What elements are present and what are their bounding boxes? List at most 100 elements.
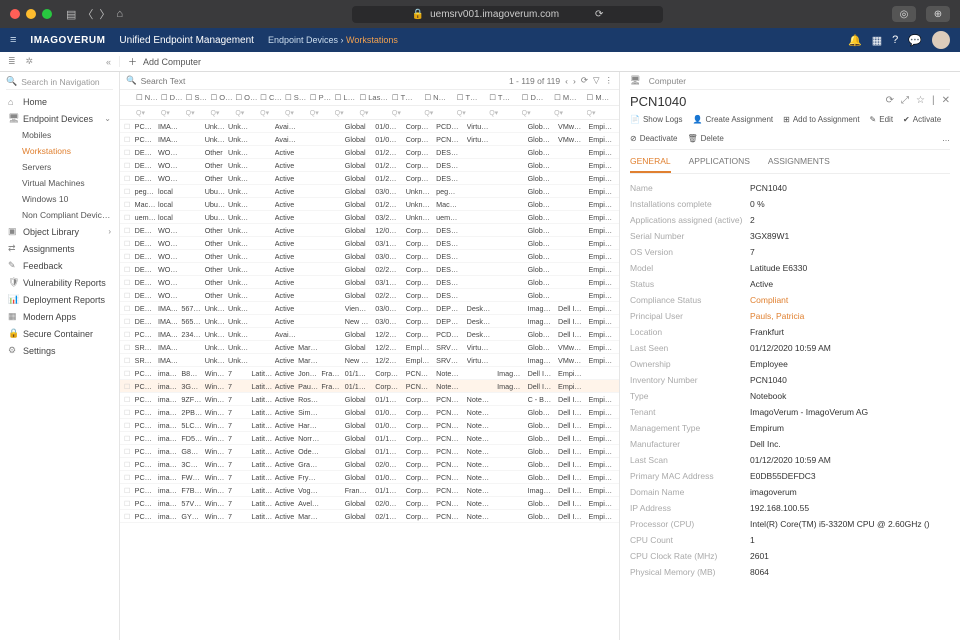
table-row[interactable]: ☐PCN…imag…G8G…Wind…7Latit…ActiveOdell…Gl… xyxy=(120,445,619,458)
forward-icon[interactable]: 〉 xyxy=(99,6,110,22)
collapse-icon[interactable]: « xyxy=(106,57,111,67)
table-row[interactable]: ☐peg…localUbun…Unkn…ActiveGlobal03/0…Unk… xyxy=(120,185,619,198)
row-checkbox[interactable]: ☐ xyxy=(124,408,135,417)
table-row[interactable]: ☐DES…WOR…OtherUnkn…ActiveGlobal03/1…Corp… xyxy=(120,276,619,289)
table-row[interactable]: ☐PCN…imag…3GX…Wind…7Latit…ActivePaul…Fra… xyxy=(120,380,619,393)
row-checkbox[interactable]: ☐ xyxy=(124,460,135,469)
filter-icon[interactable]: ▽ xyxy=(593,75,600,86)
table-row[interactable]: ☐PCN…imag…2PB…Wind…7Latit…ActiveSimp…Glo… xyxy=(120,406,619,419)
row-checkbox[interactable]: ☐ xyxy=(124,291,135,300)
sidebar-item-deploy[interactable]: 📊Deployment Reports xyxy=(0,291,119,308)
table-row[interactable]: ☐SRV…IMA…Unkn…Unkn…ActiveMarv…New …12/2…… xyxy=(120,354,619,367)
row-checkbox[interactable]: ☐ xyxy=(124,278,135,287)
expand-icon[interactable]: ⤢ xyxy=(901,95,909,106)
table-row[interactable]: ☐PCN…imag…B8Q…Wind…7Latit…ActiveJone…Fra… xyxy=(120,367,619,380)
more-icon[interactable]: ⋮ xyxy=(605,75,614,86)
table-row[interactable]: ☐DES…WOR…OtherUnkn…ActiveGlobal01/2…Corp… xyxy=(120,172,619,185)
table-row[interactable]: ☐DES…WOR…OtherUnkn…ActiveGlobal02/2…Corp… xyxy=(120,263,619,276)
avatar[interactable] xyxy=(932,31,950,49)
refresh2-icon[interactable]: ✲ xyxy=(26,56,34,67)
nav-search[interactable]: 🔍 Search in Navigation xyxy=(6,76,113,90)
row-checkbox[interactable]: ☐ xyxy=(124,200,135,209)
create-assignment-button[interactable]: 👤Create Assignment xyxy=(693,115,774,124)
table-row[interactable]: ☐PCN…imag…9ZF3…Wind…7Latit…ActiveRoss…Gl… xyxy=(120,393,619,406)
table-row[interactable]: ☐PCN…imag…3CN…Wind…7Latit…ActiveGran…Glo… xyxy=(120,458,619,471)
row-checkbox[interactable]: ☐ xyxy=(124,330,135,339)
activate-button[interactable]: ✔Activate xyxy=(903,115,941,124)
close-detail-icon[interactable]: ✕ xyxy=(942,95,950,106)
table-row[interactable]: ☐DEP…IMA…5675…Unkn…Unkn…ActiveVien…03/0…… xyxy=(120,302,619,315)
row-checkbox[interactable]: ☐ xyxy=(124,148,135,157)
add-icon[interactable]: ＋ xyxy=(128,55,137,68)
property-value[interactable]: Pauls, Patricia xyxy=(750,311,804,321)
extensions-icon[interactable]: ⊕ xyxy=(926,6,950,22)
sidebar-item-noncomp[interactable]: Non Compliant Devic… xyxy=(0,207,119,223)
row-checkbox[interactable]: ☐ xyxy=(124,265,135,274)
row-checkbox[interactable]: ☐ xyxy=(124,421,135,430)
table-row[interactable]: ☐PCN…imag…F7B4…Wind…7Latit…ActiveVoge…Fr… xyxy=(120,484,619,497)
tab-general[interactable]: GENERAL xyxy=(630,156,671,173)
row-checkbox[interactable]: ☐ xyxy=(124,434,135,443)
grid-apps-icon[interactable]: ▦ xyxy=(872,34,882,47)
table-row[interactable]: ☐DEP…IMA…5657…Unkn…Unkn…ActiveNew …03/0…… xyxy=(120,315,619,328)
more-vert-icon[interactable]: | xyxy=(932,95,935,106)
grid-search[interactable]: 🔍 Search Text xyxy=(126,75,503,86)
url-bar[interactable]: 🔒 uemsrv001.imagoverum.com ⟳ xyxy=(352,6,664,23)
home-chrome-icon[interactable]: ⌂ xyxy=(116,8,123,20)
column-filters[interactable]: Q▾Q▾Q▾Q▾Q▾Q▾Q▾Q▾Q▾Q▾Q▾Q▾Q▾Q▾Q▾Q▾Q▾ xyxy=(120,106,619,120)
row-checkbox[interactable]: ☐ xyxy=(124,252,135,261)
close-window-icon[interactable] xyxy=(10,9,20,19)
shield-icon[interactable]: ◎ xyxy=(892,6,916,22)
sidebar-item-settings[interactable]: ⚙Settings xyxy=(0,342,119,359)
page-next-icon[interactable]: › xyxy=(573,76,576,86)
sidebar-item-feedback[interactable]: ✎Feedback xyxy=(0,257,119,274)
delete-button[interactable]: 🗑Delete xyxy=(688,134,724,143)
sidebar-item-mobiles[interactable]: Mobiles xyxy=(0,127,119,143)
sidebar-item-modern[interactable]: ▦Modern Apps xyxy=(0,308,119,325)
table-row[interactable]: ☐DES…WOR…OtherUnkn…ActiveGlobal01/2…Corp… xyxy=(120,146,619,159)
menu-icon[interactable]: ≡ xyxy=(10,34,16,46)
notifications-icon[interactable]: 🔔 xyxy=(848,34,862,47)
add-assignment-button[interactable]: ⊞Add to Assignment xyxy=(783,115,859,124)
row-checkbox[interactable]: ☐ xyxy=(124,187,135,196)
row-checkbox[interactable]: ☐ xyxy=(124,512,135,521)
breadcrumb-2[interactable]: Workstations xyxy=(346,35,398,45)
row-checkbox[interactable]: ☐ xyxy=(124,135,135,144)
sidebar-item-home[interactable]: ⌂Home xyxy=(0,94,119,110)
property-value[interactable]: Compliant xyxy=(750,295,788,305)
tab-applications[interactable]: APPLICATIONS xyxy=(689,156,750,173)
table-row[interactable]: ☐PCN…IMA…Unkn…Unkn…Avail…Global01/0…Corp… xyxy=(120,133,619,146)
sidebar-item-assign[interactable]: ⇄Assignments xyxy=(0,240,119,257)
row-checkbox[interactable]: ☐ xyxy=(124,174,135,183)
row-checkbox[interactable]: ☐ xyxy=(124,499,135,508)
table-row[interactable]: ☐PCN…imag…GY2…Wind…7Latit…ActiveMary…Glo… xyxy=(120,510,619,523)
table-row[interactable]: ☐DES…WOR…OtherUnkn…ActiveGlobal12/0…Corp… xyxy=(120,224,619,237)
table-row[interactable]: ☐PCN…imag…5LC4…Wind…7Latit…ActiveHarv…Gl… xyxy=(120,419,619,432)
sidebar-item-win10[interactable]: Windows 10 xyxy=(0,191,119,207)
table-row[interactable]: ☐SRV…IMA…Unkn…Unkn…ActiveMarv…Global12/2… xyxy=(120,341,619,354)
refresh-grid-icon[interactable]: ⟳ xyxy=(581,75,588,86)
row-checkbox[interactable]: ☐ xyxy=(124,447,135,456)
deactivate-button[interactable]: ⊘Deactivate xyxy=(630,134,678,143)
row-checkbox[interactable]: ☐ xyxy=(124,161,135,170)
table-row[interactable]: ☐DES…WOR…OtherUnkn…ActiveGlobal02/2…Corp… xyxy=(120,289,619,302)
row-checkbox[interactable]: ☐ xyxy=(124,369,135,378)
minimize-window-icon[interactable] xyxy=(26,9,36,19)
row-checkbox[interactable]: ☐ xyxy=(124,382,135,391)
help-icon[interactable]: ? xyxy=(892,34,898,46)
more-actions-icon[interactable]: … xyxy=(942,134,950,143)
row-checkbox[interactable]: ☐ xyxy=(124,226,135,235)
tab-assignments[interactable]: ASSIGNMENTS xyxy=(768,156,830,173)
table-row[interactable]: ☐uem…localUbun…Unkn…ActiveGlobal03/2…Unk… xyxy=(120,211,619,224)
table-row[interactable]: ☐PCN…imag…FD5…Wind…7Latit…ActiveNorri…Gl… xyxy=(120,432,619,445)
maximize-window-icon[interactable] xyxy=(42,9,52,19)
edit-button[interactable]: ✎Edit xyxy=(870,115,894,124)
row-checkbox[interactable]: ☐ xyxy=(124,473,135,482)
row-checkbox[interactable]: ☐ xyxy=(124,395,135,404)
sidebar-item-secure[interactable]: 🔒Secure Container xyxy=(0,325,119,342)
detail-refresh-icon[interactable]: ⟳ xyxy=(886,95,894,106)
page-prev-icon[interactable]: ‹ xyxy=(565,76,568,86)
row-checkbox[interactable]: ☐ xyxy=(124,317,135,326)
table-row[interactable]: ☐DES…WOR…OtherUnkn…ActiveGlobal03/0…Corp… xyxy=(120,250,619,263)
column-headers[interactable]: ☐ N…☐ D…☐ S…☐ O…☐ O…☐ C…☐ S…☐ P…☐ L…☐ La… xyxy=(120,90,619,106)
